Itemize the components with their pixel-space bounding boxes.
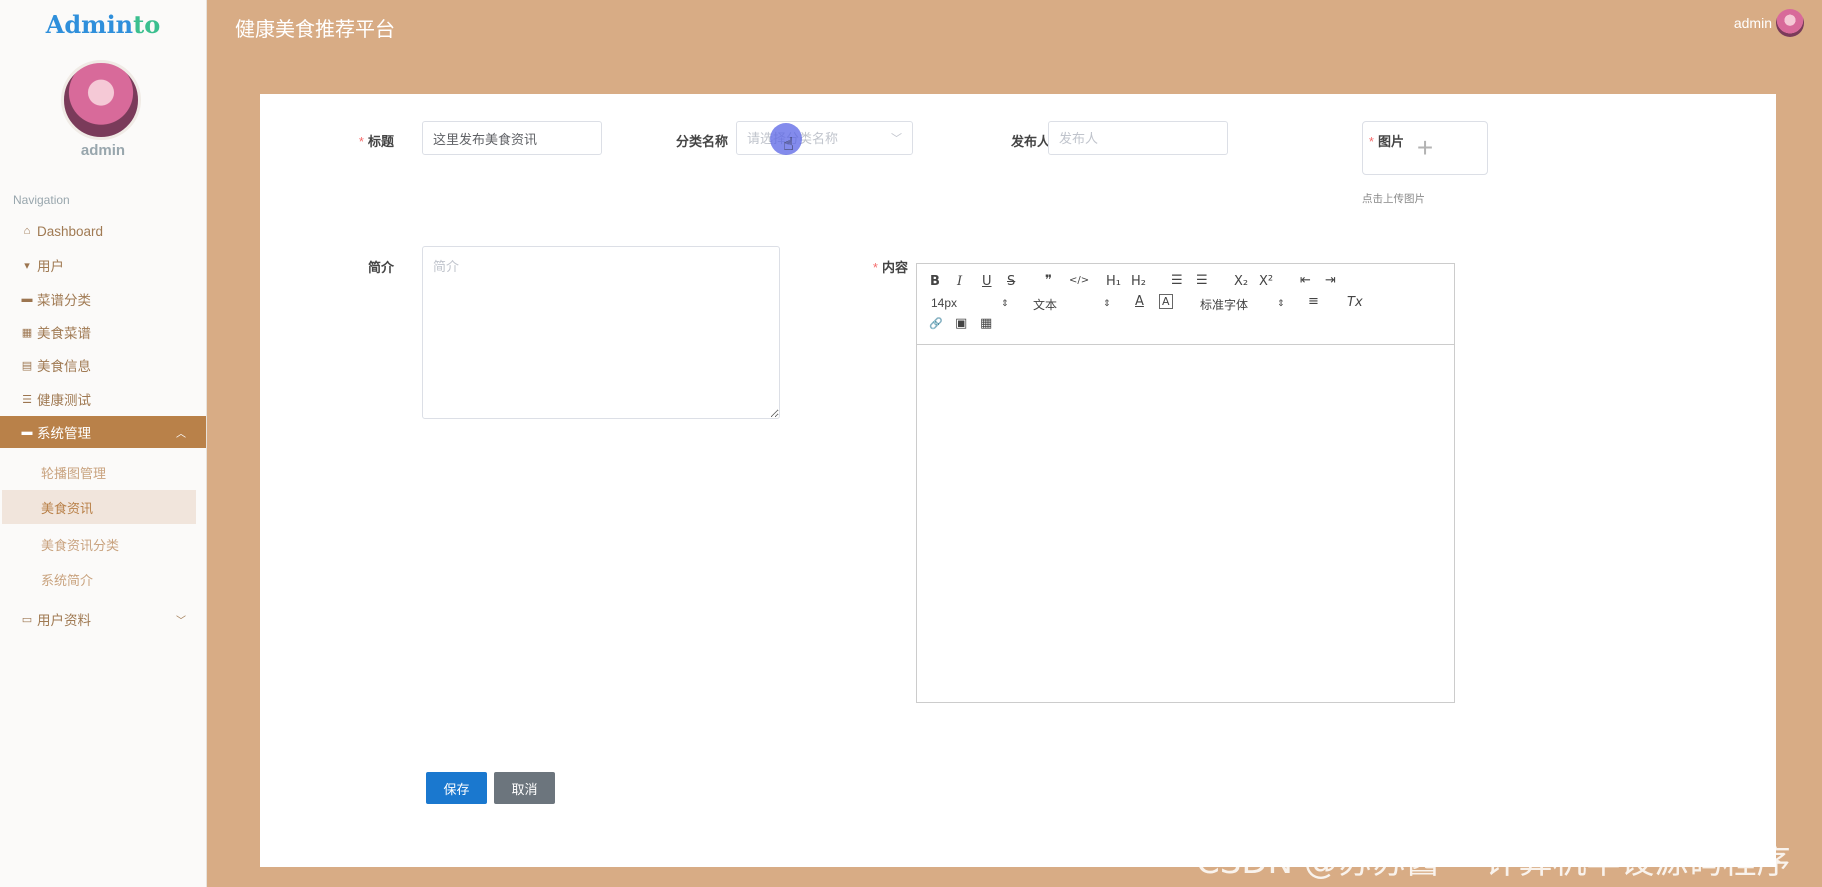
content-label-text: 内容 — [881, 260, 908, 275]
updown-icon: ⇕ — [1103, 298, 1111, 308]
required-mark: * — [872, 260, 878, 275]
strike-button[interactable]: S — [1007, 274, 1015, 289]
font-size-select[interactable]: 14px ⇕ — [931, 296, 1011, 310]
sidebar-item-food-info[interactable]: ▤ 美食信息 — [0, 349, 206, 381]
sidebar-item-health-test[interactable]: ☰ 健康测试 — [0, 383, 206, 415]
video-button[interactable]: ▦ — [980, 316, 992, 331]
clean-format-button[interactable]: Tx — [1347, 295, 1363, 310]
user-icon: ▾ — [24, 259, 30, 272]
chevron-down-icon: ﹀ — [176, 615, 186, 627]
sidebar-item-system[interactable]: ▬ 系统管理 ︿ — [0, 416, 206, 448]
sidebar: Adminto admin Navigation ⌂ Dashboard ▾ 用… — [0, 0, 207, 887]
logo-text-part2: to — [133, 10, 161, 39]
submenu-item-carousel[interactable]: 轮播图管理 — [0, 455, 206, 489]
sidebar-item-label: 健康测试 — [37, 393, 91, 408]
editor-content-area[interactable] — [917, 345, 1454, 702]
superscript-button[interactable]: X² — [1259, 274, 1273, 289]
logo-text-part1: Admin — [45, 10, 134, 39]
sidebar-item-label: 菜谱分类 — [37, 293, 91, 308]
rich-text-editor: B I U S ❞ </> H₁ H₂ ☰ ☰ X₂ X² ⇤ ⇥ 14px ⇕… — [916, 263, 1455, 703]
content-label: * 内容 — [820, 257, 908, 276]
background-color-button[interactable]: A — [1159, 294, 1173, 309]
sidebar-item-recipe-category[interactable]: ▬ 菜谱分类 — [0, 283, 206, 315]
cancel-button[interactable]: 取消 — [494, 772, 555, 804]
user-name: admin — [80, 142, 126, 159]
intro-textarea[interactable] — [422, 246, 780, 419]
image-button[interactable]: ▣ — [955, 316, 967, 331]
required-mark: * — [358, 134, 364, 149]
image-upload-box[interactable]: + — [1362, 121, 1488, 175]
title-input[interactable] — [422, 121, 602, 155]
form-card: *标题 分类名称 ﹀ 发布人 *图片 + 点击上传图片 简介 *内容 B I U… — [260, 94, 1776, 867]
sidebar-item-label: 美食信息 — [37, 359, 91, 374]
h2-button[interactable]: H₂ — [1131, 274, 1146, 289]
top-user-name[interactable]: admin — [1734, 15, 1772, 31]
briefcase-icon: ▬ — [21, 293, 33, 305]
submenu-item-food-news[interactable]: 美食资讯 — [2, 490, 196, 524]
card-icon: ▭ — [21, 613, 33, 626]
sidebar-item-users[interactable]: ▾ 用户 — [0, 249, 206, 281]
ordered-list-button[interactable]: ☰ — [1171, 273, 1183, 288]
submenu-item-system-intro[interactable]: 系统简介 — [0, 562, 206, 596]
quote-button[interactable]: ❞ — [1045, 273, 1052, 288]
font-size-value: 14px — [931, 296, 958, 310]
updown-icon: ⇕ — [1001, 298, 1009, 308]
app-logo[interactable]: Adminto — [0, 10, 206, 39]
subscript-button[interactable]: X₂ — [1234, 274, 1248, 289]
bullet-list-button[interactable]: ☰ — [1196, 273, 1208, 288]
sidebar-item-label: 系统管理 — [37, 426, 91, 441]
chevron-up-icon: ︿ — [176, 428, 186, 440]
h1-button[interactable]: H₁ — [1106, 274, 1121, 289]
publisher-label: 发布人 — [1010, 134, 1050, 149]
watermark: CSDN @苏苏酱 ゛计算机毕设源码程序 — [1196, 842, 1791, 882]
header-select[interactable]: 文本 ⇕ — [1033, 296, 1113, 313]
list-icon: ☰ — [22, 393, 32, 406]
category-select[interactable] — [736, 121, 913, 155]
title-label: * 标题 — [340, 131, 394, 150]
italic-button[interactable]: I — [957, 274, 962, 289]
bold-button[interactable]: B — [930, 274, 940, 289]
updown-icon: ⇕ — [1277, 298, 1285, 308]
upload-hint: 点击上传图片 — [1362, 193, 1425, 205]
save-button[interactable]: 保存 — [426, 772, 487, 804]
clipboard-icon: ▤ — [21, 359, 33, 372]
hand-cursor-icon: ☝ — [783, 134, 794, 154]
align-button[interactable]: ≡ — [1308, 294, 1319, 309]
sidebar-item-label: Dashboard — [37, 223, 104, 239]
title-label-text: 标题 — [367, 134, 394, 149]
font-family-select[interactable]: 标准字体 ⇕ — [1200, 296, 1285, 313]
header-value: 文本 — [1033, 298, 1058, 312]
sidebar-item-label: 美食菜谱 — [37, 326, 91, 341]
sidebar-item-user-profile[interactable]: ▭ 用户资料 ﹀ — [0, 603, 206, 635]
code-button[interactable]: </> — [1069, 275, 1089, 286]
nav-section-title: Navigation — [13, 193, 70, 207]
grid-icon: ▦ — [21, 326, 33, 339]
submenu-item-news-category[interactable]: 美食资讯分类 — [0, 527, 206, 561]
link-button[interactable]: 🔗 — [929, 317, 943, 330]
indent-button[interactable]: ⇥ — [1325, 273, 1336, 288]
category-label: 分类名称 — [675, 134, 728, 149]
sidebar-item-label: 用户 — [37, 259, 64, 274]
intro-label: 简介 — [367, 260, 394, 275]
outdent-button[interactable]: ⇤ — [1300, 273, 1311, 288]
sidebar-item-label: 用户资料 — [37, 613, 91, 628]
avatar[interactable] — [61, 60, 141, 140]
publisher-input[interactable] — [1048, 121, 1228, 155]
top-avatar[interactable] — [1776, 9, 1804, 37]
chevron-down-icon: ﹀ — [891, 133, 902, 145]
plus-icon: + — [1416, 132, 1434, 163]
page-title: 健康美食推荐平台 — [235, 19, 395, 41]
sidebar-item-recipes[interactable]: ▦ 美食菜谱 — [0, 316, 206, 348]
home-icon: ⌂ — [23, 225, 31, 237]
font-family-value: 标准字体 — [1200, 298, 1249, 312]
sidebar-item-dashboard[interactable]: ⌂ Dashboard — [0, 215, 206, 247]
editor-toolbar: B I U S ❞ </> H₁ H₂ ☰ ☰ X₂ X² ⇤ ⇥ 14px ⇕… — [917, 264, 1454, 345]
comment-icon: ▬ — [21, 426, 33, 438]
text-color-button[interactable]: A — [1135, 294, 1144, 309]
underline-button[interactable]: U — [982, 274, 992, 289]
